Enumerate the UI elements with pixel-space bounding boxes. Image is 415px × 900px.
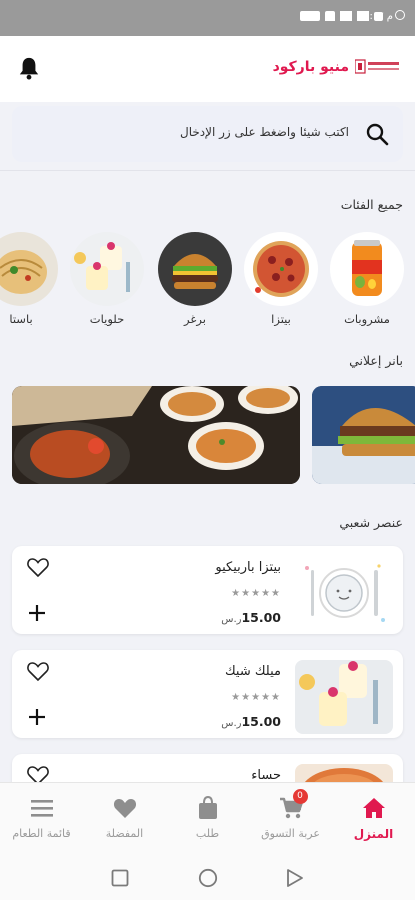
bag-icon [198, 795, 217, 819]
nav-orders[interactable]: طلب [166, 783, 249, 840]
promo-banner[interactable] [12, 386, 300, 484]
status-time: ۱۲:۱۷ م [358, 11, 393, 22]
rating-stars: ★★★★★ [231, 588, 281, 599]
rating-stars: ★★★★★ [231, 692, 281, 703]
battery-icon [300, 11, 320, 21]
category-image [330, 232, 404, 306]
add-to-cart-plus-icon[interactable] [28, 604, 46, 622]
dessert-icon [74, 242, 130, 292]
nav-cart[interactable]: 0 عربة التسوق [249, 783, 332, 840]
categories-title: جميع الفئات [340, 197, 403, 212]
home-circle-icon[interactable] [198, 868, 218, 888]
product-name: ميلك شيك [224, 664, 281, 679]
popular-title: عنصر شعبي [339, 515, 403, 530]
nav-label: عربة التسوق [261, 827, 320, 840]
nav-home[interactable]: المنزل [332, 783, 415, 841]
category-image [0, 232, 58, 306]
banner-burger-image [312, 386, 415, 484]
category-image [158, 232, 232, 306]
bottom-navigation: المنزل 0 عربة التسوق طلب المفضلة قائمة ا… [0, 782, 415, 861]
nav-label: المنزل [353, 827, 394, 841]
nav-label: المفضلة [105, 827, 144, 840]
pizza-icon [253, 241, 309, 297]
product-image [295, 660, 393, 734]
category-pasta[interactable]: باستا [0, 232, 58, 326]
banner-title: بانر إعلاني [349, 353, 403, 368]
brand-logo [355, 59, 399, 74]
heart-icon [113, 799, 136, 818]
signal-icon [340, 11, 352, 21]
category-burger[interactable]: برغر [158, 232, 232, 326]
recents-square-icon[interactable] [111, 869, 129, 887]
wifi-icon [325, 11, 335, 21]
product-card[interactable]: ميلك شيك ★★★★★ 15.00ر.س [12, 650, 403, 738]
category-label: حلويات [89, 312, 125, 326]
promo-banner-2[interactable] [312, 386, 415, 484]
home-icon [362, 798, 385, 818]
app-header: منيو باركود [0, 36, 415, 102]
menu-icon [30, 800, 53, 817]
category-label: مشروبات [344, 312, 390, 326]
divider [0, 170, 415, 171]
nav-label: طلب [195, 827, 220, 840]
pasta-icon [0, 250, 47, 294]
category-image [244, 232, 318, 306]
banner-food-image [12, 386, 300, 484]
product-image [295, 556, 393, 630]
product-price: 15.00ر.س [221, 610, 281, 625]
add-to-cart-plus-icon[interactable] [28, 708, 46, 726]
alarm-icon [395, 10, 405, 20]
favorite-heart-icon[interactable] [26, 660, 50, 682]
soda-can-icon [352, 240, 382, 296]
favorite-heart-icon[interactable] [26, 556, 50, 578]
nav-menu[interactable]: قائمة الطعام [0, 783, 83, 840]
search-bar[interactable]: اكتب شيئا واضغط على زر الإدخال [12, 106, 403, 162]
nav-favorites[interactable]: المفضلة [83, 783, 166, 840]
category-label: باستا [9, 312, 33, 326]
product-name: حساء [251, 768, 281, 783]
nav-label: قائمة الطعام [12, 827, 71, 840]
status-bar: ۱۲:۱۷ م [0, 0, 415, 36]
search-icon[interactable] [365, 122, 389, 146]
cart-count-badge: 0 [292, 789, 308, 804]
product-price: 15.00ر.س [221, 714, 281, 729]
burger-icon [172, 254, 218, 289]
brand-name: منيو باركود [272, 59, 349, 75]
product-card[interactable]: بيتزا باربيكيو ★★★★★ 15.00ر.س [12, 546, 403, 634]
plate-cutlery-icon [295, 556, 393, 630]
category-drinks[interactable]: مشروبات [330, 232, 404, 326]
product-name: بيتزا باربيكيو [215, 560, 281, 575]
category-image [70, 232, 144, 306]
milkshake-icon [295, 660, 393, 734]
back-triangle-icon[interactable] [286, 868, 304, 888]
category-label: بيتزا [271, 312, 291, 326]
notification-bell-icon[interactable] [18, 56, 40, 80]
system-navigation-bar [0, 860, 415, 900]
category-desserts[interactable]: حلويات [70, 232, 144, 326]
category-pizza[interactable]: بيتزا [244, 232, 318, 326]
search-input[interactable]: اكتب شيئا واضغط على زر الإدخال [180, 125, 349, 139]
category-label: برغر [184, 312, 206, 326]
